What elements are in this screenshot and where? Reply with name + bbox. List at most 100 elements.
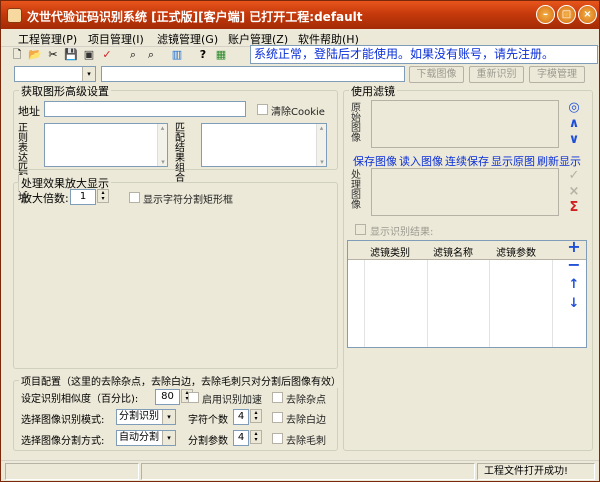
maximize-button[interactable]: □ xyxy=(557,5,576,24)
url-input[interactable] xyxy=(101,66,405,82)
match-result-textarea[interactable]: ▴ ▾ xyxy=(201,123,327,167)
continuous-save-link[interactable]: 连续保存 xyxy=(445,153,489,169)
app-icon xyxy=(7,8,22,23)
move-up-icon[interactable]: ↑ xyxy=(567,278,581,292)
scroll-up-icon[interactable]: ▴ xyxy=(158,124,167,132)
project-combo[interactable]: ▾ xyxy=(14,66,96,82)
split-param-spinner[interactable]: ▴ ▾ xyxy=(250,430,262,444)
open-folder-icon[interactable]: 📂 xyxy=(28,48,42,62)
zoom-factor-input[interactable]: 1 xyxy=(70,189,96,205)
title-bar[interactable]: 次世代验证码识别系统 [正式版][客户端] 已打开工程:default – □ … xyxy=(1,1,599,29)
sigma-icon[interactable]: Σ xyxy=(567,201,581,215)
column-divider xyxy=(364,260,365,347)
original-image-box xyxy=(371,100,559,148)
column-divider xyxy=(427,260,428,347)
show-result-checkbox[interactable] xyxy=(355,224,366,235)
column-filter-name[interactable]: 滤镜名称 xyxy=(433,244,473,259)
remove-burr-label: 去除毛刺 xyxy=(286,436,326,447)
remove-noise-checkbox[interactable] xyxy=(272,392,283,403)
check-icon[interactable]: ✓ xyxy=(567,169,581,183)
clear-cookie-label: 清除Cookie xyxy=(271,107,325,118)
menu-project[interactable]: 工程管理(P) xyxy=(18,31,77,47)
recognize-again-button[interactable]: 重新识别 xyxy=(469,66,524,83)
clear-cookie-checkbox[interactable] xyxy=(257,104,268,115)
minimize-button[interactable]: – xyxy=(536,5,555,24)
chart-icon[interactable]: ▥ xyxy=(170,48,184,62)
find-next-icon[interactable]: ⌕ xyxy=(144,48,158,62)
project-config-title: 项目配置（这里的去除杂点，去除白边，去除毛刺只对分割后图像有效） xyxy=(19,373,343,388)
move-down-icon[interactable]: ↓ xyxy=(567,297,581,311)
remove-filter-icon[interactable]: − xyxy=(567,257,581,273)
main-window: 次世代验证码识别系统 [正式版][客户端] 已打开工程:default – □ … xyxy=(0,0,600,482)
address-label: 地址 xyxy=(18,105,40,118)
recognition-mode-select[interactable]: 分割识别 ▾ xyxy=(116,409,176,425)
close-icon[interactable]: × xyxy=(567,185,581,199)
chevron-down-icon[interactable]: ∨ xyxy=(567,133,581,147)
filter-table[interactable]: 滤镜类别 滤镜名称 滤镜参数 xyxy=(347,240,587,348)
cut-icon[interactable]: ✂ xyxy=(46,48,60,62)
status-cell xyxy=(5,463,139,480)
refresh-display-link[interactable]: 刷新显示 xyxy=(537,153,581,169)
image-icon[interactable]: ▦ xyxy=(214,48,228,62)
chevron-up-icon[interactable]: ∧ xyxy=(567,117,581,131)
help-pointer-icon[interactable]: ? xyxy=(196,48,210,62)
new-file-icon[interactable]: 🗋 xyxy=(10,48,24,62)
filter-group-title: 使用滤镜 xyxy=(349,83,397,99)
chevron-down-icon[interactable]: ▾ xyxy=(82,67,95,81)
original-image-label: 原始图像 xyxy=(351,103,361,144)
split-method-label: 选择图像分割方式: xyxy=(21,436,105,447)
remove-border-label: 去除白边 xyxy=(286,415,326,426)
split-method-select[interactable]: 自动分割 ▾ xyxy=(116,430,176,446)
recognition-mode-value: 分割识别 xyxy=(119,411,159,422)
recognition-mode-label: 选择图像识别模式: xyxy=(21,415,105,426)
split-param-input[interactable]: 4 xyxy=(233,430,249,446)
download-image-button[interactable]: 下载图像 xyxy=(409,66,464,83)
scroll-down-icon[interactable]: ▾ xyxy=(317,158,327,166)
column-divider xyxy=(489,260,490,347)
address-input[interactable] xyxy=(44,101,246,117)
scroll-up-icon[interactable]: ▴ xyxy=(317,124,326,132)
charset-manage-button[interactable]: 字模管理 xyxy=(529,66,585,83)
filter-table-header: 滤镜类别 滤镜名称 滤镜参数 xyxy=(348,241,586,260)
show-char-box-checkbox[interactable] xyxy=(129,192,140,203)
status-cell xyxy=(141,463,475,480)
find-icon[interactable]: ⌕ xyxy=(126,48,140,62)
zoom-factor-label: 放大倍数: xyxy=(21,192,69,205)
menu-filter[interactable]: 滤镜管理(G) xyxy=(157,31,218,47)
similarity-label: 设定识别相似度（百分比): xyxy=(21,394,139,405)
menu-item[interactable]: 项目管理(I) xyxy=(88,31,144,47)
load-image-link[interactable]: 读入图像 xyxy=(399,153,443,169)
split-method-value: 自动分割 xyxy=(119,432,159,443)
regex-scrollbar[interactable]: ▴ ▾ xyxy=(157,124,167,166)
remove-burr-checkbox[interactable] xyxy=(272,433,283,444)
match-scrollbar[interactable]: ▴ ▾ xyxy=(316,124,326,166)
chevron-down-icon[interactable]: ▾ xyxy=(162,410,175,424)
column-divider xyxy=(552,260,553,347)
show-original-link[interactable]: 显示原图 xyxy=(491,153,535,169)
split-param-label: 分割参数 xyxy=(188,436,228,447)
check-icon[interactable]: ✓ xyxy=(100,48,114,62)
column-filter-params[interactable]: 滤镜参数 xyxy=(496,244,536,259)
chevron-down-icon[interactable]: ▾ xyxy=(162,431,175,445)
save-as-icon[interactable]: ▣ xyxy=(82,48,96,62)
add-filter-icon[interactable]: + xyxy=(567,239,581,255)
show-char-box-label: 显示字符分割矩形框 xyxy=(143,195,233,206)
speedup-label: 启用识别加速 xyxy=(202,395,262,406)
save-icon[interactable]: 💾 xyxy=(64,48,78,62)
show-result-label: 显示识别结果: xyxy=(370,227,434,238)
char-count-spinner[interactable]: ▴ ▾ xyxy=(250,409,262,423)
save-image-link[interactable]: 保存图像 xyxy=(353,153,397,169)
regex-textarea[interactable]: ▴ ▾ xyxy=(44,123,168,167)
char-count-input[interactable]: 4 xyxy=(233,409,249,425)
status-message: 工程文件打开成功! xyxy=(477,463,595,480)
target-icon[interactable]: ◎ xyxy=(567,101,581,115)
close-button[interactable]: × xyxy=(578,5,597,24)
zoom-factor-spinner[interactable]: ▴ ▾ xyxy=(97,189,109,203)
speedup-checkbox[interactable] xyxy=(188,392,199,403)
remove-border-checkbox[interactable] xyxy=(272,412,283,423)
similarity-input[interactable]: 80 xyxy=(155,389,180,405)
scroll-down-icon[interactable]: ▾ xyxy=(158,158,168,166)
zoom-display-group xyxy=(13,182,338,369)
window-title: 次世代验证码识别系统 [正式版][客户端] 已打开工程:default xyxy=(27,10,363,24)
column-filter-category[interactable]: 滤镜类别 xyxy=(370,244,410,259)
